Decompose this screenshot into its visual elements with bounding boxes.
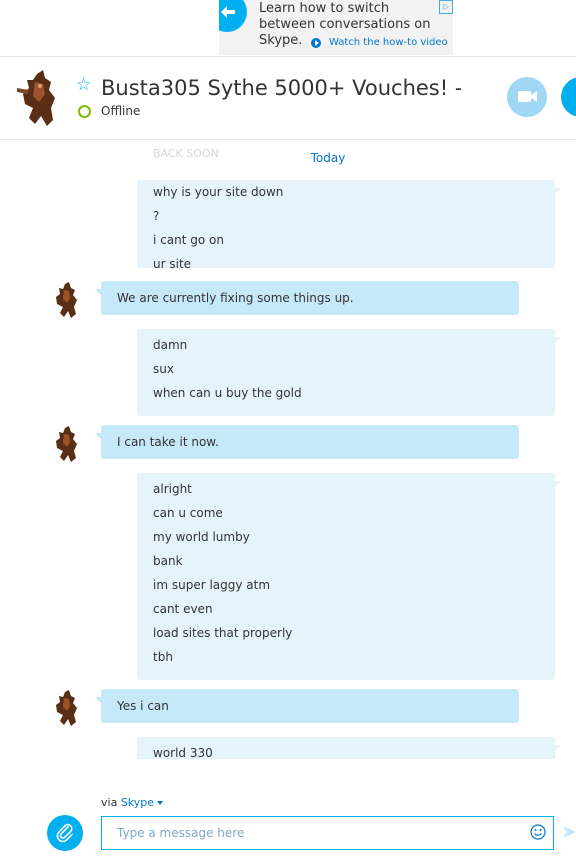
video-call-button[interactable] [507, 77, 547, 117]
service-name[interactable]: Skype [121, 796, 154, 809]
paperclip-icon [56, 823, 73, 843]
message-line: ur site [153, 257, 192, 271]
message-line: when can u buy the gold [153, 386, 302, 400]
presence-offline-icon [78, 105, 91, 118]
message-line: i cant go on [153, 233, 224, 247]
chevron-down-icon[interactable] [157, 801, 164, 805]
attach-file-button[interactable] [47, 815, 83, 851]
conversation-history[interactable]: BACK SOON Today why is your site down ? … [0, 139, 576, 759]
contact-avatar[interactable] [13, 68, 63, 128]
conversation-header: ☆ Busta305 Sythe 5000+ Vouches! - AL... … [0, 56, 576, 140]
outgoing-message[interactable]: damn sux when can u buy the gold [137, 329, 561, 416]
video-camera-icon [518, 91, 537, 102]
sender-avatar[interactable] [50, 281, 82, 319]
ad-banner[interactable]: Learn how to switch between conversation… [219, 0, 453, 55]
contact-name: Busta305 Sythe 5000+ Vouches! - AL... [101, 76, 461, 100]
message-input[interactable]: Type a message here [101, 816, 554, 850]
message-line: cant even [153, 602, 213, 616]
outgoing-message[interactable]: why is your site down ? i cant go on ur … [137, 180, 561, 271]
outgoing-message[interactable]: world 330 [137, 737, 561, 759]
via-service-selector[interactable]: via Skype [101, 796, 164, 809]
sender-avatar[interactable] [50, 689, 82, 727]
favorite-star-icon[interactable]: ☆ [76, 77, 91, 94]
incoming-message[interactable]: We are currently fixing some things up. [95, 281, 519, 315]
incoming-message[interactable]: Yes i can [95, 689, 519, 723]
message-line: im super laggy atm [153, 578, 271, 592]
message-line: tbh [153, 650, 173, 664]
message-line: damn [153, 338, 188, 352]
message-line: load sites that properly [153, 626, 293, 640]
message-line: ? [153, 209, 160, 223]
message-line: bank [153, 554, 183, 568]
message-line: alright [153, 482, 192, 496]
outgoing-message[interactable]: alright can u come my world lumby bank i… [137, 473, 561, 680]
skype-arrow-icon [219, 0, 247, 32]
emoticon-icon[interactable] [530, 824, 546, 840]
sender-avatar[interactable] [50, 425, 82, 463]
message-line: my world lumby [153, 530, 250, 544]
incoming-message[interactable]: I can take it now. [95, 425, 519, 459]
message-line: why is your site down [153, 185, 284, 199]
adchoices-icon[interactable]: ▷ [439, 0, 453, 14]
date-divider: Today [310, 151, 346, 165]
message-line: world 330 [153, 746, 213, 759]
audio-call-button[interactable] [561, 77, 576, 117]
ad-link[interactable]: Watch the how-to video [311, 37, 448, 48]
presence-status: Offline [101, 104, 141, 118]
send-icon[interactable] [564, 826, 576, 838]
message-line: can u come [153, 506, 223, 520]
message-line: sux [153, 362, 174, 376]
